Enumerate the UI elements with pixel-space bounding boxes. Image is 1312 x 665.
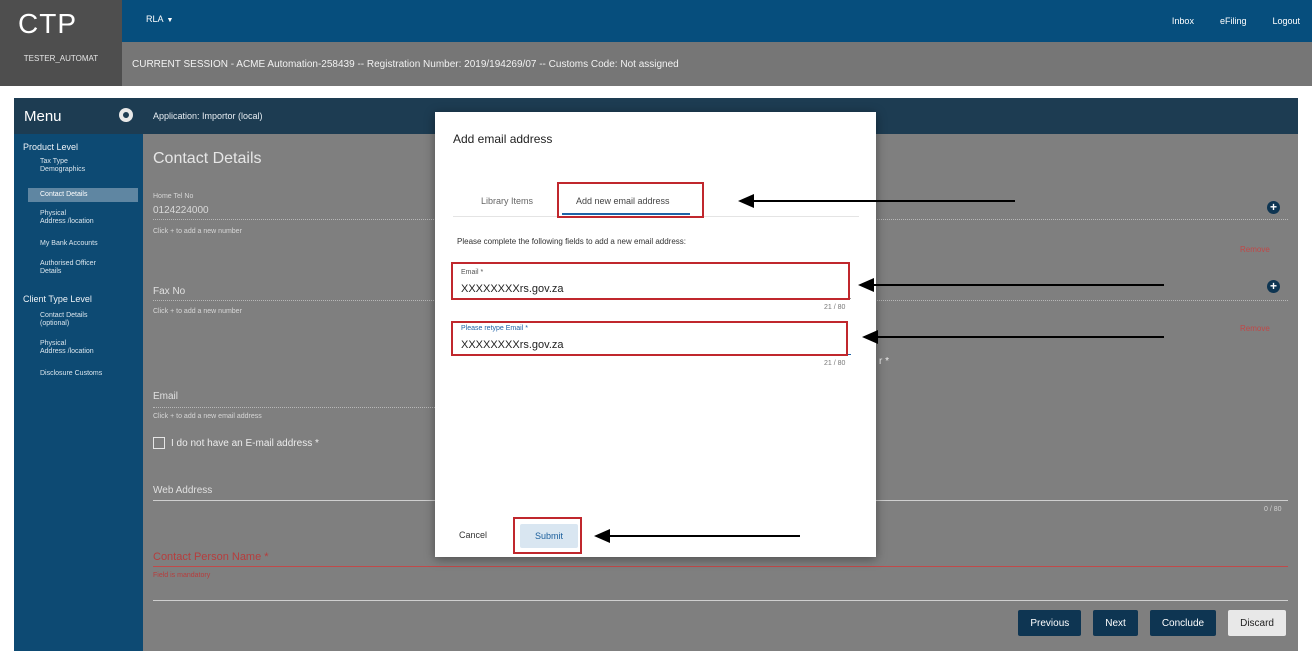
home-tel-label: Home Tel No: [153, 193, 194, 200]
highlight-submit-button: [513, 517, 582, 554]
home-tel-hint: Click + to add a new number: [153, 228, 242, 235]
menu-item-disclosure-customs[interactable]: Disclosure Customs: [40, 370, 102, 378]
inbox-link[interactable]: Inbox: [1172, 16, 1194, 26]
dialog-instructions: Please complete the following fields to …: [457, 237, 687, 246]
menu-item-contact-details-optional[interactable]: Contact Details (optional): [40, 312, 87, 328]
page-title: Contact Details: [153, 150, 262, 167]
arrow-left-icon: [862, 330, 1164, 344]
add-fax-plus-icon[interactable]: +: [1267, 280, 1280, 293]
logo-area: CTP TESTER_AUTOMAT: [0, 0, 122, 86]
fax-hint: Click + to add a new number: [153, 308, 242, 315]
menu-toggle-icon[interactable]: [119, 108, 133, 122]
no-email-checkbox[interactable]: [153, 437, 165, 449]
application-title: Application: Importor (local): [153, 111, 263, 121]
email-line: [153, 407, 453, 408]
partial-label: r *: [879, 356, 889, 367]
email-hint: Click + to add a new email address: [153, 413, 262, 420]
footer-buttons: Previous Next Conclude Discard: [1018, 610, 1286, 636]
previous-button[interactable]: Previous: [1018, 610, 1082, 636]
menu-item-authorised-officer[interactable]: Authorised Officer Details: [40, 260, 96, 276]
no-email-label: I do not have an E-mail address *: [171, 438, 319, 449]
app-logo: CTP: [18, 8, 77, 39]
web-address-label: Web Address: [153, 485, 213, 496]
menu-item-my-bank-accounts[interactable]: My Bank Accounts: [40, 240, 98, 248]
session-info: CURRENT SESSION - ACME Automation-258439…: [132, 59, 679, 70]
app-selector-dropdown[interactable]: RLA ▼: [146, 14, 173, 24]
logout-link[interactable]: Logout: [1272, 16, 1300, 26]
discard-button[interactable]: Discard: [1228, 610, 1286, 636]
home-tel-value[interactable]: 0124224000: [153, 205, 209, 216]
menu-item-physical-address[interactable]: Physical Address /location: [40, 210, 94, 226]
app-selector-label: RLA: [146, 14, 164, 24]
conclude-button[interactable]: Conclude: [1149, 610, 1217, 636]
top-nav-bar: RLA ▼ Inbox eFiling Logout: [122, 0, 1312, 42]
menu-item-contact-details[interactable]: Contact Details: [28, 188, 138, 202]
retype-email-counter: 21 / 80: [824, 360, 846, 367]
top-links: Inbox eFiling Logout: [1172, 16, 1300, 26]
remove-tel-link[interactable]: Remove: [1240, 245, 1270, 254]
divider-line: [153, 600, 1288, 601]
current-user: TESTER_AUTOMAT: [23, 54, 99, 63]
highlight-add-new-tab: [557, 182, 704, 218]
tab-library-items[interactable]: Library Items: [481, 196, 533, 206]
menu-header: Menu: [14, 98, 143, 134]
menu-item-client-physical-address[interactable]: Physical Address /location: [40, 340, 94, 356]
top-header: CTP TESTER_AUTOMAT RLA ▼ Inbox eFiling Lo…: [0, 0, 1312, 86]
contact-person-label: Contact Person Name *: [153, 551, 269, 563]
field-mandatory-hint: Field is mandatory: [153, 572, 211, 579]
caret-down-icon: ▼: [166, 17, 174, 24]
email-field-counter: 21 / 80: [824, 304, 846, 311]
add-tel-plus-icon[interactable]: +: [1267, 201, 1280, 214]
email-label: Email: [153, 391, 179, 402]
fax-label: Fax No: [153, 286, 186, 297]
next-button[interactable]: Next: [1093, 610, 1138, 636]
menu-item-tax-type-demographics[interactable]: Tax Type Demographics: [40, 158, 85, 174]
arrow-left-icon: [858, 278, 1164, 292]
remove-fax-link[interactable]: Remove: [1240, 324, 1270, 333]
side-menu: Menu Product Level Tax Type Demographics…: [14, 98, 143, 651]
arrow-left-icon: [594, 529, 800, 543]
contact-person-line[interactable]: [153, 566, 1288, 567]
menu-title: Menu: [24, 108, 62, 125]
cancel-button[interactable]: Cancel: [459, 530, 487, 540]
arrow-left-icon: [738, 194, 1015, 208]
efiling-link[interactable]: eFiling: [1220, 16, 1247, 26]
web-address-counter: 0 / 80: [1264, 506, 1282, 513]
highlight-retype-field: [451, 321, 848, 356]
menu-section-product-level: Product Level: [23, 142, 79, 152]
highlight-email-field: [451, 262, 850, 300]
dialog-title: Add email address: [453, 132, 553, 146]
menu-section-client-type-level: Client Type Level: [23, 294, 92, 304]
